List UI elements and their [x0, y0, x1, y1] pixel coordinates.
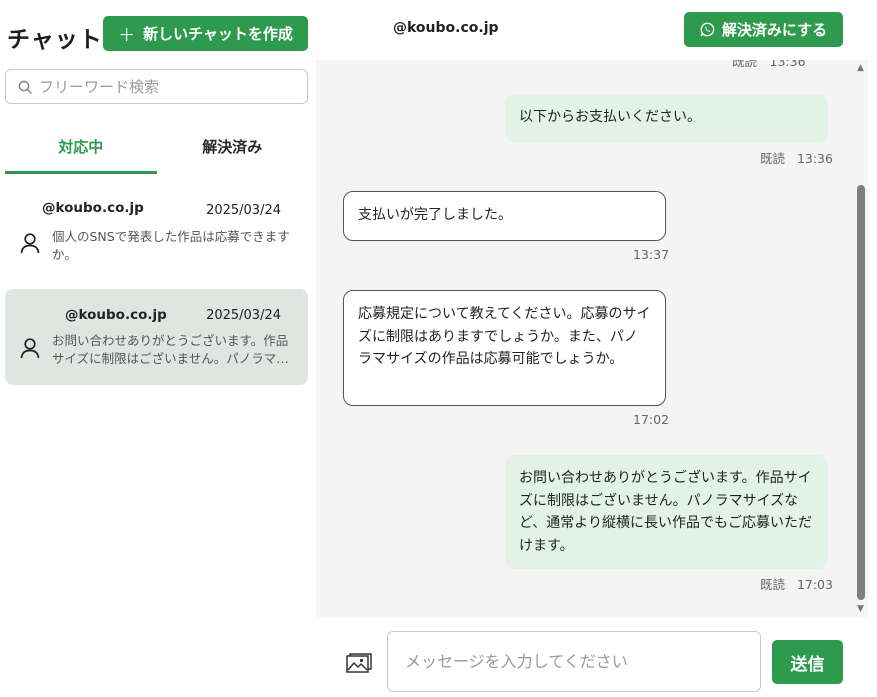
message-time: 17:02	[633, 412, 670, 427]
search-input[interactable]	[39, 77, 289, 96]
whatsapp-icon	[700, 22, 715, 37]
tab-resolved[interactable]: 解決済み	[157, 118, 309, 174]
plus-icon: ＋	[118, 26, 136, 46]
send-button[interactable]: 送信	[772, 640, 843, 684]
message-meta: 既読 13:36	[732, 60, 806, 69]
message-time: 13:36	[796, 151, 833, 166]
message-list[interactable]: 既読 13:36 以下からお支払いください。 既読 13:36 支払いが完了しま…	[316, 60, 854, 617]
message-meta: 既読 17:03	[760, 574, 833, 593]
user-icon	[20, 338, 40, 359]
message-scrollbar[interactable]: ▲ ▼	[854, 60, 868, 617]
contact-email: @koubo.co.jp	[393, 20, 499, 36]
conversation-date: 2025/03/24	[206, 308, 281, 323]
message-bubble-incoming: 支払いが完了しました。	[343, 191, 666, 241]
scroll-down-arrow-icon[interactable]: ▼	[857, 604, 864, 614]
read-status: 既読	[760, 151, 786, 166]
mark-resolved-button[interactable]: 解決済みにする	[684, 12, 843, 47]
conversation-item[interactable]: @koubo.co.jp 2025/03/24 個人のSNSで発表した作品は応募…	[5, 190, 308, 286]
conversation-name: @koubo.co.jp	[42, 200, 144, 216]
message-bubble-incoming: 応募規定について教えてください。応募のサイズに制限はありますでしょうか。また、パ…	[343, 290, 666, 406]
user-icon	[20, 233, 40, 254]
new-chat-button[interactable]: ＋ 新しいチャットを作成	[103, 16, 308, 51]
window-edge	[868, 60, 877, 617]
search-box[interactable]	[5, 69, 308, 104]
conversation-item-selected[interactable]: @koubo.co.jp 2025/03/24 お問い合わせありがとうございます…	[5, 289, 308, 385]
conversation-tabs: 対応中 解決済み	[5, 118, 308, 174]
message-bubble-outgoing: 以下からお支払いください。	[505, 94, 828, 142]
new-chat-label: 新しいチャットを作成	[143, 25, 293, 43]
sidebar-title: チャット	[7, 27, 103, 53]
search-icon	[18, 80, 32, 94]
conversation-date: 2025/03/24	[206, 203, 281, 218]
message-time: 13:37	[633, 247, 670, 262]
sidebar: チャット ＋ 新しいチャットを作成 対応中 解決済み @koubo.co.jp …	[0, 0, 316, 697]
image-icon[interactable]	[346, 653, 372, 675]
conversation-name: @koubo.co.jp	[65, 307, 167, 323]
conversation-preview: 個人のSNSで発表した作品は応募できますか。	[52, 229, 290, 262]
tab-in-progress[interactable]: 対応中	[5, 118, 157, 174]
message-composer: 送信	[316, 617, 877, 697]
scroll-up-arrow-icon[interactable]: ▲	[857, 63, 864, 73]
scrollbar-thumb[interactable]	[857, 185, 865, 600]
read-status: 既読	[760, 577, 786, 592]
message-meta: 既読 13:36	[760, 148, 833, 167]
conversation-preview: お問い合わせありがとうございます。作品サイズに制限はございません。パノラマサイズ…	[52, 333, 289, 366]
message-time: 17:03	[796, 577, 833, 592]
message-input[interactable]	[387, 631, 761, 692]
chat-header: @koubo.co.jp 解決済みにする	[316, 0, 877, 60]
message-bubble-outgoing: お問い合わせありがとうございます。作品サイズに制限はございません。パノラマサイズ…	[505, 455, 828, 569]
mark-resolved-label: 解決済みにする	[721, 21, 828, 39]
